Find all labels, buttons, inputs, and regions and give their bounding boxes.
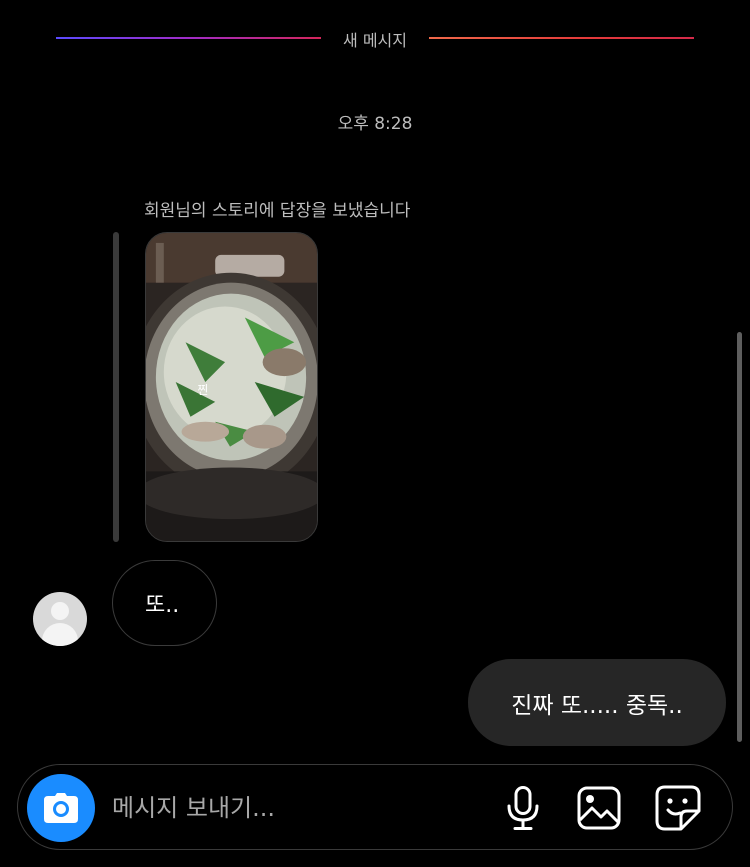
story-reply-bar xyxy=(113,232,119,542)
divider-line-right xyxy=(429,37,694,39)
avatar[interactable] xyxy=(33,592,87,646)
scrollbar[interactable] xyxy=(737,332,742,742)
message-input[interactable] xyxy=(110,789,484,827)
avatar-head xyxy=(51,602,69,620)
sticker-button[interactable] xyxy=(653,783,703,833)
message-timestamp: 오후 8:28 xyxy=(337,114,413,134)
divider-line-left xyxy=(56,37,321,39)
camera-icon xyxy=(44,793,78,823)
story-caption: 찐 xyxy=(197,383,208,397)
outgoing-message-bubble[interactable]: 진짜 또..... 중독.. xyxy=(468,659,726,746)
message-composer xyxy=(17,764,733,850)
microphone-icon xyxy=(507,786,539,830)
gallery-button[interactable] xyxy=(574,783,624,833)
story-thumbnail[interactable]: 찐 xyxy=(145,232,318,542)
image-icon xyxy=(577,786,621,830)
avatar-shoulders xyxy=(42,623,78,646)
story-reply-note: 회원님의 스토리에 답장을 보냈습니다 xyxy=(144,201,411,221)
new-messages-divider: 새 메시지 xyxy=(0,24,750,54)
microphone-button[interactable] xyxy=(498,783,548,833)
sticker-icon xyxy=(655,785,701,831)
new-messages-label: 새 메시지 xyxy=(343,31,407,50)
camera-button[interactable] xyxy=(27,774,95,842)
incoming-message-bubble[interactable]: 또.. xyxy=(112,560,217,646)
